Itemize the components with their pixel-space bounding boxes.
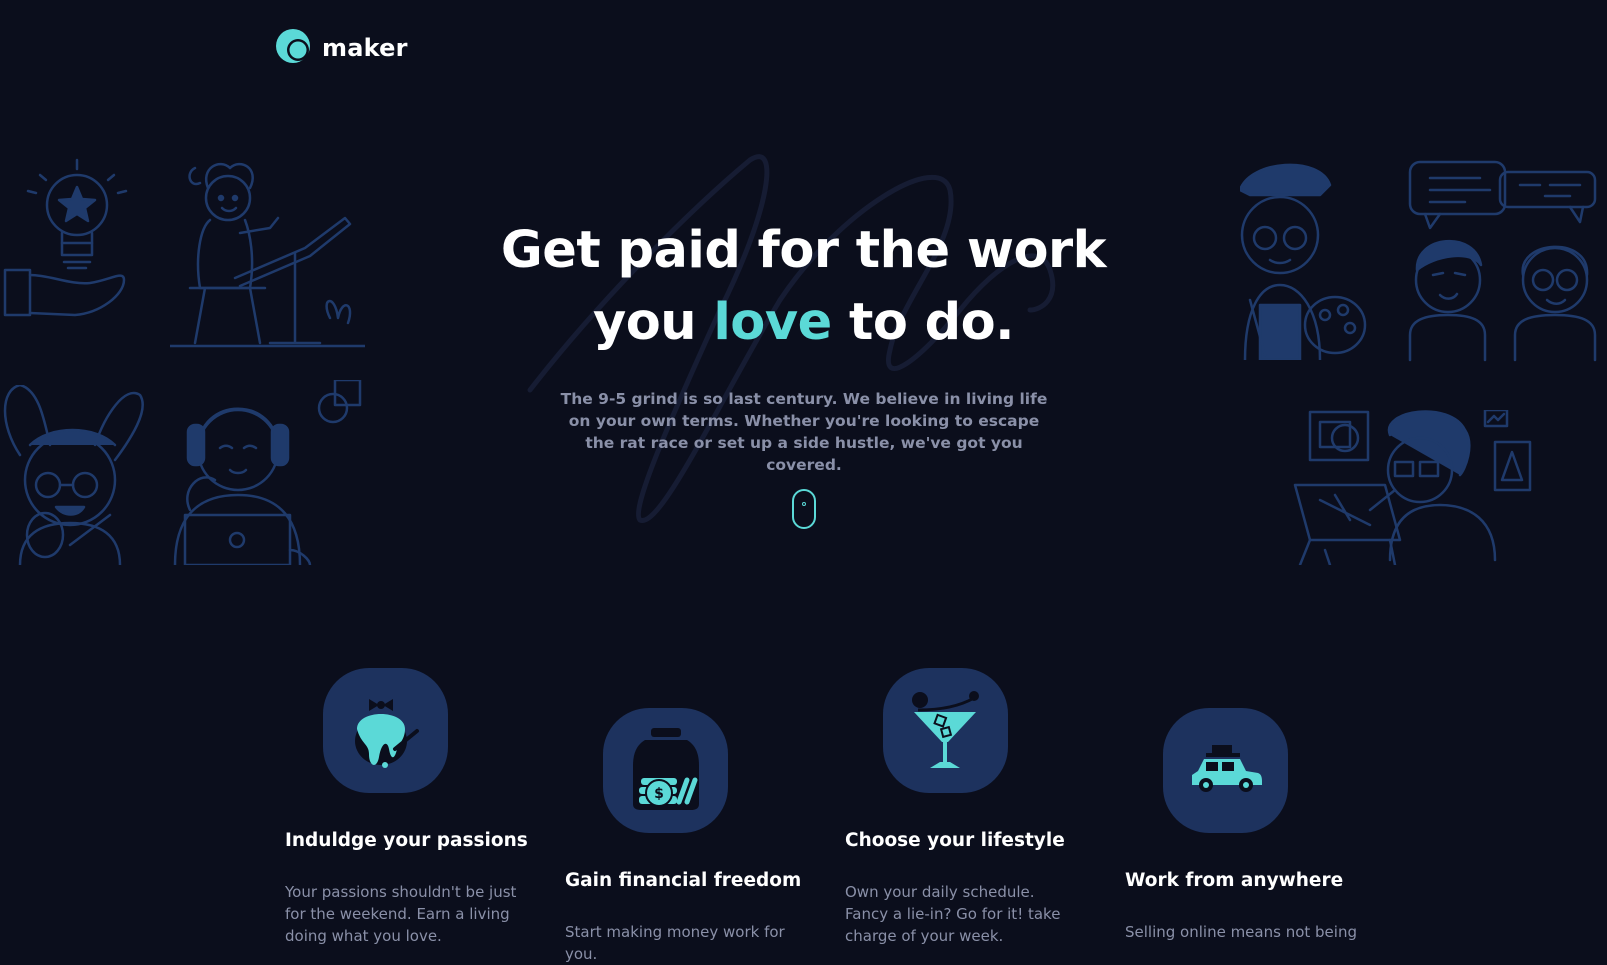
hero-description: The 9-5 grind is so last century. We bel… <box>560 390 1048 474</box>
feature-text: Own your daily schedule. Fancy a lie-in?… <box>845 883 1061 945</box>
hero-title-pre: you <box>592 293 697 352</box>
car-icon <box>1190 743 1262 799</box>
paint-jar-icon <box>351 689 421 773</box>
feature-title: Choose your lifestyle <box>845 830 1065 851</box>
site-header: maker <box>276 28 408 68</box>
feature-icon-tile <box>883 668 1008 793</box>
feature-card-financial: $ Gain financial freedom Start making mo… <box>565 708 805 965</box>
feature-icon-tile <box>323 668 448 793</box>
cocktail-icon <box>910 688 982 774</box>
bunny-girl-painter-illustration <box>0 385 150 565</box>
feature-icon-tile <box>1163 708 1288 833</box>
feature-card-lifestyle: Choose your lifestyle Own your daily sch… <box>845 668 1085 947</box>
hero-title-line-2: you love to do. <box>0 287 1607 359</box>
hero-title-post: to do. <box>848 293 1015 352</box>
feature-title: Induldge your passions <box>285 830 528 851</box>
scroll-down-icon[interactable] <box>792 489 816 529</box>
hero-title-line-1: Get paid for the work <box>500 221 1107 280</box>
hero-title-accent: love <box>713 293 832 352</box>
brand-name[interactable]: maker <box>322 34 408 62</box>
feature-text: Your passions shouldn't be just for the … <box>285 883 517 945</box>
maker-logo-icon[interactable] <box>276 28 312 68</box>
feature-text: Selling online means not being <box>1125 923 1357 941</box>
scroll-wheel-dot <box>802 502 806 506</box>
feature-card-passions: Induldge your passions Your passions sho… <box>285 668 528 947</box>
coin-jar-icon: $ <box>631 726 701 815</box>
feature-text: Start making money work for you. <box>565 923 785 963</box>
svg-text:$: $ <box>654 786 664 802</box>
feature-card-anywhere: Work from anywhere Selling online means … <box>1125 708 1365 943</box>
person-with-headphones-laptop-illustration <box>170 380 370 565</box>
feature-title: Work from anywhere <box>1125 870 1344 891</box>
feature-title: Gain financial freedom <box>565 870 802 891</box>
designer-at-desk-illustration <box>1290 410 1540 565</box>
feature-icon-tile: $ <box>603 708 728 833</box>
hero-title: Get paid for the work you love to do. <box>0 215 1607 359</box>
